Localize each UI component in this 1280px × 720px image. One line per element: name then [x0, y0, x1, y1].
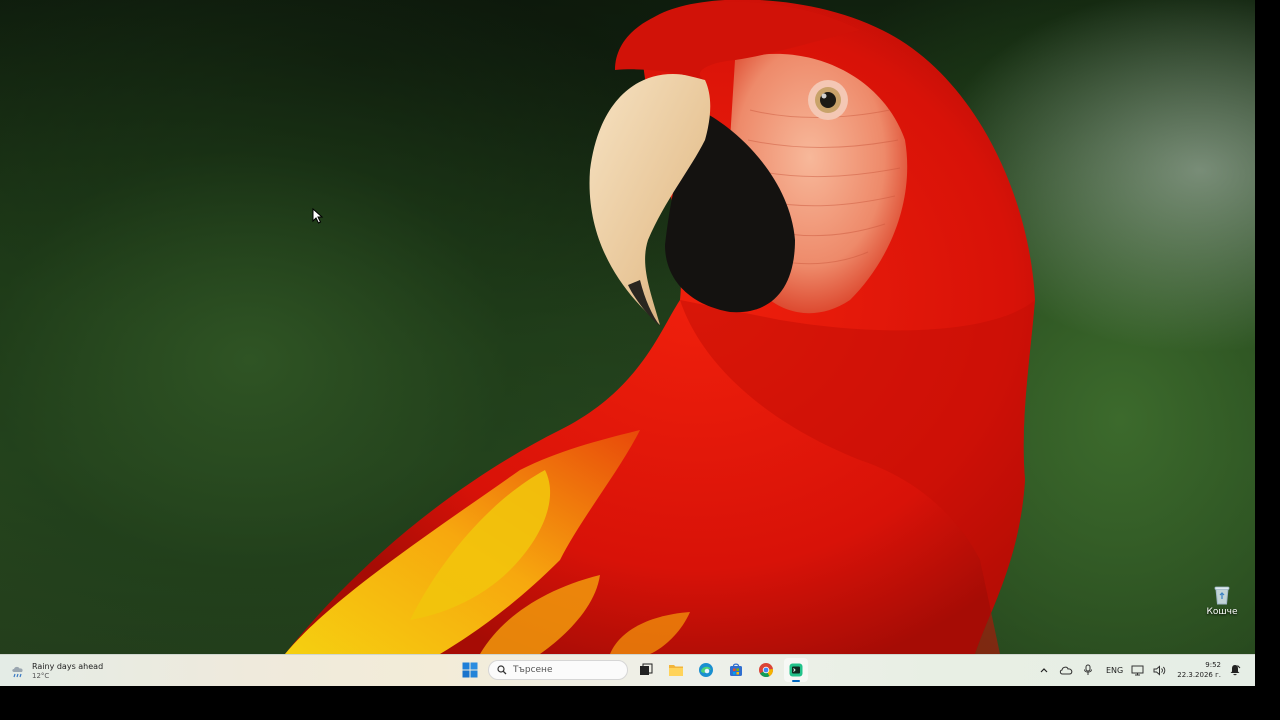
- notifications-button[interactable]: [1227, 662, 1243, 678]
- taskbar-center: Търсене: [458, 658, 808, 682]
- recycle-bin-icon: [1214, 586, 1230, 605]
- chrome-button[interactable]: [754, 658, 778, 682]
- microphone-icon: [1083, 664, 1092, 675]
- weather-widget[interactable]: Rainy days ahead 12°C: [10, 659, 103, 683]
- system-tray: ENG 9:52 22.3.2026 г.: [1036, 658, 1243, 682]
- chevron-up-icon: [1040, 668, 1048, 673]
- search-placeholder: Търсене: [513, 665, 553, 675]
- volume-button[interactable]: [1151, 662, 1167, 678]
- volume-icon: [1153, 664, 1165, 676]
- rain-cloud-icon: [12, 666, 23, 678]
- task-view-button[interactable]: [634, 658, 658, 682]
- wallpaper-macaw: [285, 0, 1035, 654]
- file-explorer-button[interactable]: [664, 658, 688, 682]
- onedrive-button[interactable]: [1058, 662, 1074, 678]
- clock-time: 9:52: [1205, 661, 1221, 669]
- input-language[interactable]: ENG: [1106, 666, 1123, 675]
- windows-start-icon: [462, 662, 478, 678]
- microphone-button[interactable]: [1080, 662, 1096, 678]
- taskbar: Rainy days ahead 12°C Търсене ENG 9:52 2…: [0, 654, 1255, 686]
- show-hidden-icons-button[interactable]: [1036, 662, 1052, 678]
- onedrive-cloud-icon: [1059, 666, 1073, 675]
- taskbar-search-box[interactable]: Търсене: [488, 660, 628, 680]
- taskbar-clock[interactable]: 9:52 22.3.2026 г.: [1177, 660, 1221, 680]
- desktop-icon-recycle-bin[interactable]: Кошче: [1196, 585, 1248, 617]
- recycle-bin-label: Кошче: [1206, 607, 1238, 617]
- chrome-icon: [759, 663, 773, 678]
- terminal-icon: [789, 663, 803, 677]
- network-icon: [1131, 665, 1144, 675]
- mouse-pointer-icon: [312, 208, 324, 224]
- edge-icon: [699, 663, 713, 677]
- notification-bell-icon: [1230, 665, 1241, 676]
- weather-condition: Rainy days ahead: [32, 661, 104, 671]
- start-button[interactable]: [458, 658, 482, 682]
- store-icon: [730, 663, 742, 676]
- clock-date: 22.3.2026 г.: [1177, 671, 1221, 679]
- weather-temperature: 12°C: [32, 671, 50, 680]
- edge-button[interactable]: [694, 658, 718, 682]
- folder-icon: [669, 665, 683, 676]
- search-icon: [497, 665, 507, 675]
- terminal-app-button[interactable]: [784, 658, 808, 682]
- task-view-icon: [640, 663, 653, 675]
- network-button[interactable]: [1129, 662, 1145, 678]
- store-button[interactable]: [724, 658, 748, 682]
- desktop[interactable]: Кошче: [0, 0, 1255, 654]
